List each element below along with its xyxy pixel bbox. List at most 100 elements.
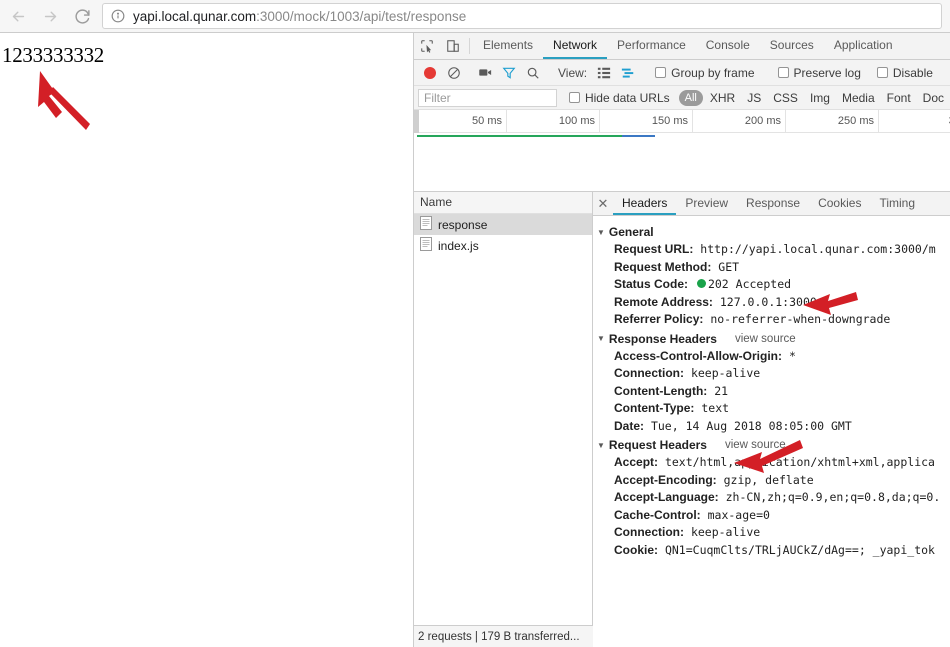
header-value: QN1=CuqmClts/TRLjAUCkZ/dAg==; _yapi_tok: [664, 542, 935, 557]
document-icon: [420, 216, 432, 233]
hide-data-urls-checkbox[interactable]: Hide data URLs: [568, 91, 670, 105]
network-filterbar: Filter Hide data URLs All XHR JS CSS Img…: [414, 86, 950, 110]
page-viewport: 1233333332: [0, 33, 413, 647]
disable-cache-checkbox[interactable]: Disable: [876, 65, 933, 80]
header-row-content-length: Content-Length: 21: [597, 383, 950, 401]
header-row-request-url: Request URL: http://yapi.local.qunar.com…: [597, 241, 950, 259]
filter-type-img[interactable]: Img: [805, 90, 835, 106]
header-row-accept-language: Accept-Language: zh-CN,zh;q=0.9,en;q=0.8…: [597, 489, 950, 507]
request-row-index-js[interactable]: index.js: [414, 235, 592, 256]
section-header-request-headers[interactable]: ▼ Request Headers view source: [597, 438, 950, 452]
tab-application[interactable]: Application: [824, 33, 903, 59]
requests-list: Name response index.js: [414, 192, 593, 626]
preserve-log-checkbox[interactable]: Preserve log: [777, 65, 861, 80]
header-row-referrer-policy: Referrer Policy: no-referrer-when-downgr…: [597, 311, 950, 329]
info-circle-icon[interactable]: [111, 9, 125, 23]
status-ok-dot-icon: [696, 279, 706, 288]
clear-icon[interactable]: [442, 61, 466, 85]
tab-network[interactable]: Network: [543, 33, 608, 59]
device-toolbar-icon[interactable]: [440, 33, 466, 59]
tab-preview[interactable]: Preview: [676, 192, 737, 215]
header-value: *: [788, 348, 796, 363]
header-row-acao: Access-Control-Allow-Origin: *: [597, 348, 950, 366]
tab-console[interactable]: Console: [696, 33, 760, 59]
address-bar[interactable]: yapi.local.qunar.com:3000/mock/1003/api/…: [102, 3, 942, 29]
header-value: text/html,application/xhtml+xml,applica: [664, 455, 935, 469]
tab-elements[interactable]: Elements: [473, 33, 543, 59]
tab-timing[interactable]: Timing: [870, 192, 924, 215]
chevron-down-icon: ▼: [597, 227, 605, 237]
tab-cookies[interactable]: Cookies: [809, 192, 870, 215]
checkbox-box: [876, 67, 888, 78]
header-value: http://yapi.local.qunar.com:3000/m: [700, 242, 936, 256]
filter-type-doc[interactable]: Doc: [918, 90, 949, 106]
tab-response[interactable]: Response: [737, 192, 809, 215]
header-value: keep-alive: [690, 366, 761, 380]
header-value: 202 Accepted: [707, 277, 792, 291]
list-view-icon[interactable]: [592, 61, 616, 85]
header-value: GET: [718, 259, 740, 274]
overview-band-green: [417, 135, 622, 137]
overview-tick-250ms: 250 ms: [786, 110, 879, 133]
filter-type-css[interactable]: CSS: [768, 90, 803, 106]
network-toolbar: View: Group by frame Preserve log Disabl…: [414, 60, 950, 86]
header-key: Cookie:: [614, 542, 659, 557]
forward-arrow-icon[interactable]: [36, 2, 64, 30]
header-value: gzip, deflate: [723, 472, 814, 487]
filter-type-all[interactable]: All: [678, 89, 703, 106]
view-source-link[interactable]: view source: [735, 333, 796, 345]
header-value: zh-CN,zh;q=0.9,en;q=0.8,da;q=0.: [725, 490, 941, 504]
camera-screenshots-icon[interactable]: [473, 61, 497, 85]
checkbox-box: [568, 92, 580, 103]
header-value: Tue, 14 Aug 2018 08:05:00 GMT: [650, 418, 852, 433]
section-header-response-headers[interactable]: ▼ Response Headers view source: [597, 332, 950, 346]
view-source-link[interactable]: view source: [725, 439, 786, 451]
tab-sources[interactable]: Sources: [760, 33, 824, 59]
filter-type-font[interactable]: Font: [882, 90, 916, 106]
header-value: 21: [714, 383, 729, 398]
header-key: Connection:: [614, 525, 684, 539]
devtools-panel: Elements Network Performance Console Sou…: [413, 33, 950, 647]
network-split-view: Name response index.js ✕ Headers Preview…: [414, 192, 950, 626]
header-key: Request Method:: [614, 259, 712, 274]
filter-type-js[interactable]: JS: [742, 90, 766, 106]
overview-tick-150ms: 150 ms: [600, 110, 693, 133]
close-icon[interactable]: ✕: [593, 192, 613, 215]
section-header-general[interactable]: ▼ General: [597, 225, 950, 239]
filter-funnel-icon[interactable]: [497, 61, 521, 85]
network-overview-timeline[interactable]: 50 ms 100 ms 150 ms 200 ms 250 ms 300: [414, 110, 950, 192]
record-button-icon[interactable]: [418, 61, 442, 85]
header-key: Accept:: [614, 455, 659, 469]
header-row-request-method: Request Method: GET: [597, 259, 950, 277]
header-key: Status Code:: [614, 277, 689, 291]
disable-cache-label: Disable: [892, 65, 933, 80]
header-key: Request URL:: [614, 242, 694, 256]
devtools-tabbar: Elements Network Performance Console Sou…: [414, 33, 950, 60]
header-value: text: [701, 401, 730, 415]
header-row-connection-request: Connection: keep-alive: [597, 524, 950, 542]
filter-type-media[interactable]: Media: [837, 90, 880, 106]
filter-input[interactable]: Filter: [418, 88, 557, 107]
preserve-log-label: Preserve log: [793, 65, 861, 80]
document-icon: [420, 237, 432, 254]
header-row-cache-control: Cache-Control: max-age=0: [597, 507, 950, 525]
browser-chrome: yapi.local.qunar.com:3000/mock/1003/api/…: [0, 0, 950, 33]
tab-performance[interactable]: Performance: [607, 33, 696, 59]
waterfall-view-icon[interactable]: [616, 61, 640, 85]
inspect-element-icon[interactable]: [414, 33, 440, 59]
request-row-response[interactable]: response: [414, 214, 592, 235]
tab-headers[interactable]: Headers: [613, 192, 677, 215]
requests-column-header: Name: [414, 192, 592, 214]
header-key: Date:: [614, 418, 645, 433]
search-icon[interactable]: [521, 61, 545, 85]
reload-icon[interactable]: [68, 2, 96, 30]
overview-tick-300ms: 300: [879, 110, 950, 133]
back-arrow-icon[interactable]: [4, 2, 32, 30]
header-key: Remote Address:: [614, 294, 713, 309]
header-value: no-referrer-when-downgrade: [710, 312, 891, 326]
group-by-frame-checkbox[interactable]: Group by frame: [655, 66, 755, 80]
header-row-content-type: Content-Type: text: [597, 400, 950, 418]
overview-tick-100ms: 100 ms: [507, 110, 600, 133]
filter-type-xhr[interactable]: XHR: [705, 90, 740, 106]
header-key: Content-Length:: [614, 383, 708, 398]
